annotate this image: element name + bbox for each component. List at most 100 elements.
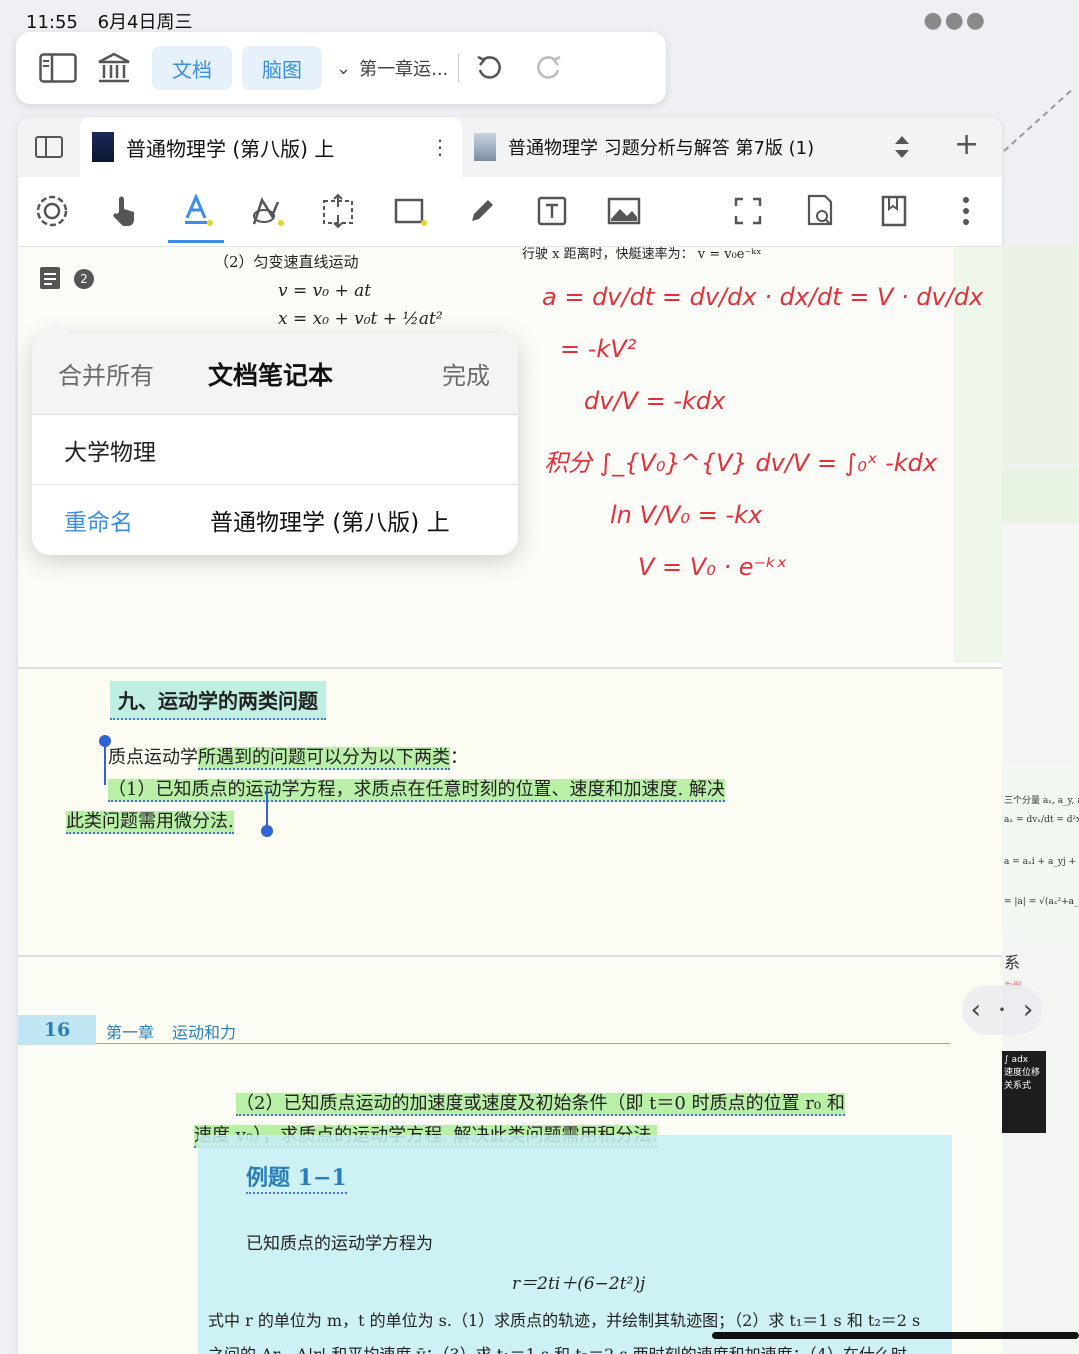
status-bar: 11:55 6月4日周三 [26, 8, 193, 34]
annotation-toolbar [18, 177, 1002, 247]
redo-icon [537, 55, 561, 79]
text-box-icon[interactable] [532, 191, 572, 231]
tab-more-icon[interactable]: ⋮ [430, 135, 450, 159]
tab-bar: 普通物理学 (第八版) 上 ⋮ 普通物理学 习题分析与解答 第7版 (1) + [18, 117, 1002, 177]
preview-text: = |a| = √(aₓ²+a_y²+a_z²) [1004, 897, 1079, 907]
split-view-icon[interactable] [18, 117, 80, 177]
paragraph-line[interactable]: 此类问题需用微分法. [66, 807, 234, 834]
document-search-icon[interactable] [800, 191, 840, 231]
tab-physics-exercises[interactable]: 普通物理学 习题分析与解答 第7版 (1) [462, 117, 826, 177]
library-icon[interactable] [86, 46, 142, 90]
section-title: 九、运动学的两类问题 [110, 681, 326, 720]
document-name: 普通物理学 (第八版) 上 [210, 510, 450, 536]
plain-text: ： [450, 747, 468, 768]
notebook-name: 大学物理 [64, 439, 156, 466]
dashed-connector [1003, 90, 1072, 152]
preview-image-label: 关系式 [1004, 1081, 1032, 1091]
preview-text: 系 [1004, 953, 1021, 972]
document-window: 普通物理学 (第八版) 上 ⋮ 普通物理学 习题分析与解答 第7版 (1) + [18, 117, 1002, 1354]
highlighted-text: （1）已知质点的运动学方程，求质点在任意时刻的位置、速度和加速度. 解决 [108, 779, 725, 802]
handwriting-line[interactable]: ln V/V₀ = -kx [610, 501, 762, 529]
preview-text: a = aₓi + a_yj + a_zk [1004, 857, 1079, 867]
text-highlight-icon[interactable] [168, 191, 224, 243]
rename-button[interactable]: 重命名 [64, 503, 133, 537]
highlighted-text: 此类问题需用微分法. [66, 811, 234, 834]
rectangle-select-icon[interactable] [390, 191, 430, 231]
pdf-page-3[interactable]: 16 第一章 运动和力 （2）已知质点运动的加速度或速度及初始条件（即 t＝0 时… [18, 955, 1002, 1354]
equation: r＝2ti＋(6−2t²)j [512, 1274, 646, 1294]
selection-handle-start[interactable] [99, 735, 111, 785]
selection-resize-icon[interactable] [318, 191, 358, 231]
highlighted-text: （2）已知质点运动的加速度或速度及初始条件（即 t＝0 时质点的位置 r₀ 和 [236, 1093, 845, 1116]
section-heading: （2）匀变速直线运动 [214, 253, 359, 271]
handwriting-line[interactable]: a = dv/dt = dv/dx · dx/dt = V · dv/dx [542, 283, 983, 311]
previous-page-icon[interactable]: ‹ [971, 995, 981, 1025]
doc-mode-button[interactable]: 文档 [152, 46, 232, 90]
body-text: 之间的 Δr、Δ|r| 和平均速度 v̄；（3）求 t₁＝1 s 和 t₂＝2 … [208, 1341, 907, 1354]
body-text: 已知质点的运动学方程为 [246, 1234, 433, 1254]
merge-all-button[interactable]: 合并所有 [58, 356, 154, 391]
highlighted-text: 所遇到的问题可以分为以下两类 [198, 747, 450, 770]
tab-title: 普通物理学 习题分析与解答 第7版 (1) [508, 138, 815, 159]
tab-physics-main[interactable]: 普通物理学 (第八版) 上 ⋮ [80, 117, 462, 177]
preview-section [1002, 765, 1079, 935]
selection-handle-end[interactable] [261, 789, 273, 837]
handwriting-line[interactable]: = -kV² [560, 335, 636, 363]
notebook-count-badge: 2 [74, 269, 94, 289]
preview-section [1002, 467, 1079, 523]
book-cover-thumbnail [474, 133, 496, 161]
plain-text: 质点运动学 [108, 747, 198, 768]
paragraph-line[interactable]: （1）已知质点的运动学方程，求质点在任意时刻的位置、速度和加速度. 解决 [108, 775, 725, 802]
preview-text: 三个分量 aₓ, a_y, a_z [1004, 796, 1079, 806]
text-fragment: 行驶 x 距离时，快艇速率为： v = v₀e⁻ᵏˣ [522, 247, 762, 262]
top-toolbar: 文档 脑图 ⌄ 第一章运... [16, 32, 666, 104]
settings-gear-icon[interactable] [32, 191, 72, 231]
example-title: 例题 1−1 [246, 1160, 347, 1194]
lasso-icon[interactable] [248, 191, 288, 231]
add-tab-button[interactable]: + [954, 127, 979, 162]
pdf-page-2[interactable]: 九、运动学的两类问题 质点运动学所遇到的问题可以分为以下两类： （1）已知质点的… [18, 667, 1002, 952]
chevron-down-icon: ⌄ [336, 57, 352, 79]
mindmap-mode-button[interactable]: 脑图 [242, 46, 322, 90]
paragraph-line[interactable]: 质点运动学所遇到的问题可以分为以下两类： [108, 743, 468, 770]
pen-icon[interactable] [462, 191, 502, 231]
handwriting-line[interactable]: dv/V = -kdx [584, 387, 725, 415]
chapter-title: 运动和力 [172, 1023, 237, 1042]
handwriting-line[interactable]: 积分 ∫_{V₀}^{V} dv/V = ∫₀ˣ -kdx [544, 443, 937, 478]
tab-sort-icon[interactable] [892, 133, 912, 165]
adjacent-document-preview[interactable]: 三个分量 aₓ, a_y, a_z aₓ = dvₓ/dt = d²x/dt² … [1002, 245, 1079, 1354]
popover-title: 文档笔记本 [208, 360, 334, 390]
equation: v = v₀ + at [278, 281, 372, 301]
preview-image: ∫ adx 速度位移 关系式 [1002, 1051, 1046, 1133]
undo-button[interactable] [459, 54, 519, 82]
home-indicator[interactable] [712, 1332, 1079, 1339]
sidebar-toggle-icon[interactable] [30, 46, 86, 90]
chapter-number: 第一章 [106, 1023, 155, 1042]
tab-title: 普通物理学 (第八版) 上 [126, 136, 335, 161]
page-navigation: ‹ • › [962, 985, 1042, 1035]
image-icon[interactable] [604, 191, 644, 231]
equation: x = x₀ + v₀t + ½at² [278, 309, 443, 329]
done-button[interactable]: 完成 [442, 356, 490, 391]
preview-image-label: ∫ adx [1004, 1055, 1029, 1065]
preview-image-label: 速度位移 [1004, 1068, 1041, 1078]
breadcrumb[interactable]: ⌄ 第一章运... [336, 55, 448, 81]
redo-button[interactable] [519, 54, 579, 82]
header-rule [96, 1043, 950, 1044]
breadcrumb-label: 第一章运... [359, 59, 449, 80]
hand-pointer-icon[interactable] [104, 191, 144, 231]
undo-icon [477, 55, 502, 79]
fullscreen-icon[interactable] [728, 191, 768, 231]
bookmark-icon[interactable] [874, 191, 914, 231]
notebook-icon[interactable]: 2 [38, 263, 94, 295]
multitask-dots-icon[interactable]: ●●● [923, 8, 987, 33]
preview-section [1002, 245, 1079, 465]
rename-row: 重命名 普通物理学 (第八版) 上 [32, 485, 518, 555]
book-cover-thumbnail [92, 132, 114, 162]
nav-dot-icon: • [998, 1003, 1006, 1017]
handwriting-line[interactable]: V = V₀ · e⁻ᵏˣ [638, 553, 787, 581]
next-page-icon[interactable]: › [1023, 995, 1033, 1025]
notebook-item[interactable]: 大学物理 [32, 415, 518, 485]
paragraph-line[interactable]: （2）已知质点运动的加速度或速度及初始条件（即 t＝0 时质点的位置 r₀ 和 [236, 1089, 845, 1116]
more-options-icon[interactable] [946, 191, 986, 231]
